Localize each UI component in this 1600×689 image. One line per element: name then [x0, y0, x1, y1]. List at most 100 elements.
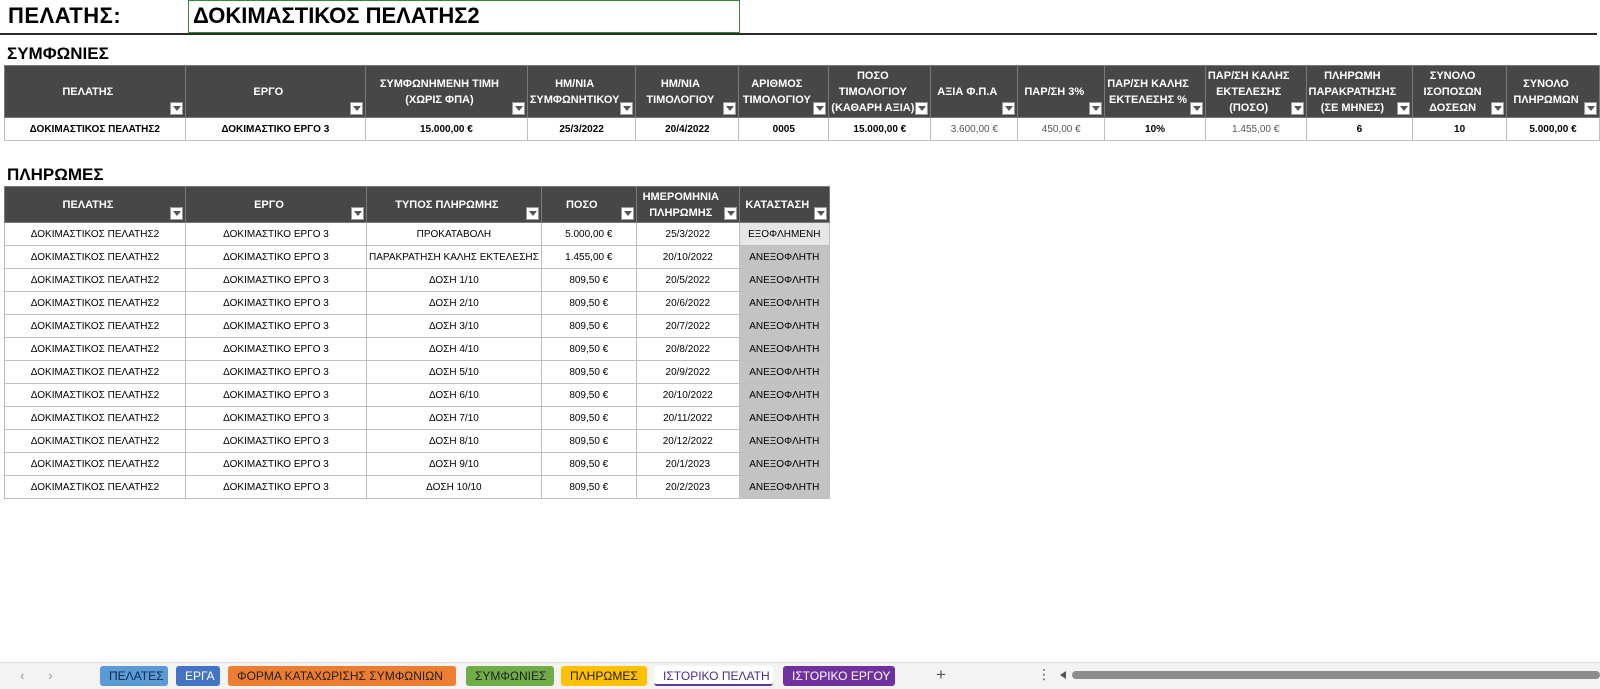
payments-cell[interactable]: ΔΟΣΗ 7/10: [366, 406, 542, 430]
payments-cell[interactable]: ΔΟΚΙΜΑΣΤΙΚΟ ΕΡΓΟ 3: [185, 406, 367, 430]
payments-cell[interactable]: ΠΑΡΑΚΡΑΤΗΣΗ ΚΑΛΗΣ ΕΚΤΕΛΕΣΗΣ: [366, 245, 542, 269]
payments-cell[interactable]: ΔΟΚΙΜΑΣΤΙΚΟΣ ΠΕΛΑΤΗΣ2: [4, 291, 186, 315]
filter-dropdown-icon[interactable]: [723, 102, 737, 115]
status-cell[interactable]: ΑΝΕΞΟΦΛΗΤΗ: [738, 429, 830, 453]
status-cell[interactable]: ΑΝΕΞΟΦΛΗΤΗ: [738, 383, 830, 407]
horizontal-scrollbar[interactable]: [1060, 669, 1600, 681]
payments-cell[interactable]: ΔΟΚΙΜΑΣΤΙΚΟ ΕΡΓΟ 3: [185, 245, 367, 269]
payments-cell[interactable]: ΔΟΚΙΜΑΣΤΙΚΟ ΕΡΓΟ 3: [185, 314, 367, 338]
payments-cell[interactable]: ΔΟΚΙΜΑΣΤΙΚΟΣ ΠΕΛΑΤΗΣ2: [4, 475, 186, 499]
filter-dropdown-icon[interactable]: [351, 207, 364, 220]
payments-cell[interactable]: ΔΟΚΙΜΑΣΤΙΚΟ ΕΡΓΟ 3: [185, 222, 367, 246]
payments-cell[interactable]: 809,50 €: [540, 314, 637, 338]
payments-cell[interactable]: 809,50 €: [540, 360, 637, 384]
payments-cell[interactable]: ΔΟΣΗ 8/10: [366, 429, 542, 453]
payments-cell[interactable]: ΔΟΣΗ 2/10: [366, 291, 542, 315]
status-cell[interactable]: ΑΝΕΞΟΦΛΗΤΗ: [738, 291, 830, 315]
client-name-cell[interactable]: ΔΟΚΙΜΑΣΤΙΚΟΣ ΠΕΛΑΤΗΣ2: [188, 0, 740, 33]
sheet-tab-3[interactable]: ΣΥΜΦΩΝΙΕΣ: [466, 666, 554, 686]
payments-cell[interactable]: 809,50 €: [540, 406, 637, 430]
payments-cell[interactable]: ΔΟΚΙΜΑΣΤΙΚΟΣ ΠΕΛΑΤΗΣ2: [4, 337, 186, 361]
agreements-cell[interactable]: 3.600,00 €: [930, 117, 1019, 141]
payments-cell[interactable]: ΔΟΚΙΜΑΣΤΙΚΟΣ ΠΕΛΑΤΗΣ2: [4, 245, 186, 269]
status-cell[interactable]: ΑΝΕΞΟΦΛΗΤΗ: [738, 314, 830, 338]
agreements-cell[interactable]: 20/4/2022: [635, 117, 740, 141]
payments-cell[interactable]: 809,50 €: [540, 452, 637, 476]
status-cell[interactable]: ΑΝΕΞΟΦΛΗΤΗ: [738, 337, 830, 361]
filter-dropdown-icon[interactable]: [1584, 102, 1597, 115]
payments-cell[interactable]: 809,50 €: [540, 291, 637, 315]
payments-cell[interactable]: 809,50 €: [540, 429, 637, 453]
payments-cell[interactable]: 20/7/2022: [635, 314, 740, 338]
payments-cell[interactable]: 20/1/2023: [635, 452, 740, 476]
status-cell[interactable]: ΑΝΕΞΟΦΛΗΤΗ: [738, 245, 830, 269]
filter-dropdown-icon[interactable]: [620, 207, 634, 220]
payments-cell[interactable]: ΔΟΚΙΜΑΣΤΙΚΟΣ ΠΕΛΑΤΗΣ2: [4, 268, 186, 292]
payments-cell[interactable]: 809,50 €: [540, 268, 637, 292]
payments-cell[interactable]: 20/12/2022: [635, 429, 740, 453]
payments-cell[interactable]: 20/9/2022: [635, 360, 740, 384]
payments-cell[interactable]: 809,50 €: [540, 475, 637, 499]
payments-cell[interactable]: 20/10/2022: [635, 245, 740, 269]
sheet-tab-6[interactable]: ΙΣΤΟΡΙΚΟ ΕΡΓΟΥ: [783, 666, 895, 686]
agreements-cell[interactable]: 25/3/2022: [526, 117, 637, 141]
payments-cell[interactable]: ΔΟΣΗ 6/10: [366, 383, 542, 407]
scrollbar-thumb[interactable]: [1072, 671, 1600, 679]
filter-dropdown-icon[interactable]: [813, 102, 827, 115]
status-cell[interactable]: ΑΝΕΞΟΦΛΗΤΗ: [738, 406, 830, 430]
payments-cell[interactable]: ΔΟΚΙΜΑΣΤΙΚΟ ΕΡΓΟ 3: [185, 268, 367, 292]
agreements-cell[interactable]: 1.455,00 €: [1204, 117, 1307, 141]
payments-cell[interactable]: ΔΟΚΙΜΑΣΤΙΚΟ ΕΡΓΟ 3: [185, 429, 367, 453]
payments-cell[interactable]: 20/8/2022: [635, 337, 740, 361]
filter-dropdown-icon[interactable]: [813, 207, 827, 220]
filter-dropdown-icon[interactable]: [1290, 102, 1304, 115]
payments-cell[interactable]: ΔΟΚΙΜΑΣΤΙΚΟ ΕΡΓΟ 3: [185, 337, 367, 361]
sheet-tab-4[interactable]: ΠΛΗΡΩΜΕΣ: [561, 666, 647, 686]
agreements-cell[interactable]: 5.000,00 €: [1506, 117, 1600, 141]
agreements-cell[interactable]: 15.000,00 €: [828, 117, 932, 141]
agreements-cell[interactable]: 10%: [1104, 117, 1206, 141]
filter-dropdown-icon[interactable]: [1491, 102, 1505, 115]
filter-dropdown-icon[interactable]: [511, 102, 525, 115]
payments-cell[interactable]: ΔΟΚΙΜΑΣΤΙΚΟΣ ΠΕΛΑΤΗΣ2: [4, 314, 186, 338]
payments-cell[interactable]: ΔΟΚΙΜΑΣΤΙΚΟ ΕΡΓΟ 3: [185, 291, 367, 315]
sheet-tab-1[interactable]: ΕΡΓΑ: [176, 666, 220, 686]
status-cell[interactable]: ΑΝΕΞΟΦΛΗΤΗ: [738, 475, 830, 499]
filter-dropdown-icon[interactable]: [170, 207, 183, 220]
chevron-left-icon[interactable]: ‹: [20, 667, 25, 683]
payments-cell[interactable]: 20/2/2023: [635, 475, 740, 499]
agreements-cell[interactable]: 10: [1412, 117, 1508, 141]
sheet-tab-2[interactable]: ΦΟΡΜΑ ΚΑΤΑΧΩΡΙΣΗΣ ΣΥΜΦΩΝΙΩΝ: [228, 666, 456, 686]
payments-cell[interactable]: 809,50 €: [540, 383, 637, 407]
filter-dropdown-icon[interactable]: [620, 102, 634, 115]
filter-dropdown-icon[interactable]: [525, 207, 539, 220]
agreements-cell[interactable]: 450,00 €: [1017, 117, 1106, 141]
payments-cell[interactable]: 809,50 €: [540, 337, 637, 361]
status-cell[interactable]: ΑΝΕΞΟΦΛΗΤΗ: [738, 268, 830, 292]
agreements-cell[interactable]: 15.000,00 €: [365, 117, 528, 141]
agreements-cell[interactable]: ΔΟΚΙΜΑΣΤΙΚΟΣ ΠΕΛΑΤΗΣ2: [4, 117, 186, 141]
payments-cell[interactable]: ΔΟΚΙΜΑΣΤΙΚΟΣ ΠΕΛΑΤΗΣ2: [4, 222, 186, 246]
plus-icon[interactable]: +: [936, 665, 946, 685]
scroll-left-icon[interactable]: [1060, 671, 1066, 679]
payments-cell[interactable]: ΔΟΣΗ 5/10: [366, 360, 542, 384]
payments-cell[interactable]: ΔΟΚΙΜΑΣΤΙΚΟ ΕΡΓΟ 3: [185, 452, 367, 476]
payments-cell[interactable]: 1.455,00 €: [540, 245, 637, 269]
payments-cell[interactable]: 20/5/2022: [635, 268, 740, 292]
more-options-icon[interactable]: ⋮: [1037, 666, 1051, 683]
filter-dropdown-icon[interactable]: [1002, 102, 1016, 115]
payments-cell[interactable]: 20/6/2022: [635, 291, 740, 315]
agreements-cell[interactable]: 0005: [738, 117, 830, 141]
payments-cell[interactable]: ΔΟΣΗ 9/10: [366, 452, 542, 476]
payments-cell[interactable]: ΔΟΚΙΜΑΣΤΙΚΟΣ ΠΕΛΑΤΗΣ2: [4, 406, 186, 430]
agreements-cell[interactable]: ΔΟΚΙΜΑΣΤΙΚΟ ΕΡΓΟ 3: [184, 117, 367, 141]
payments-cell[interactable]: ΔΟΚΙΜΑΣΤΙΚΟΣ ΠΕΛΑΤΗΣ2: [4, 429, 186, 453]
filter-dropdown-icon[interactable]: [350, 102, 364, 115]
payments-cell[interactable]: 5.000,00 €: [540, 222, 637, 246]
payments-cell[interactable]: ΠΡΟΚΑΤΑΒΟΛΗ: [366, 222, 542, 246]
filter-dropdown-icon[interactable]: [1189, 102, 1203, 115]
payments-cell[interactable]: 25/3/2022: [635, 222, 740, 246]
sheet-tab-0[interactable]: ΠΕΛΑΤΕΣ: [100, 666, 168, 686]
status-cell[interactable]: ΕΞΟΦΛΗΜΕΝΗ: [738, 222, 830, 246]
payments-cell[interactable]: 20/11/2022: [635, 406, 740, 430]
